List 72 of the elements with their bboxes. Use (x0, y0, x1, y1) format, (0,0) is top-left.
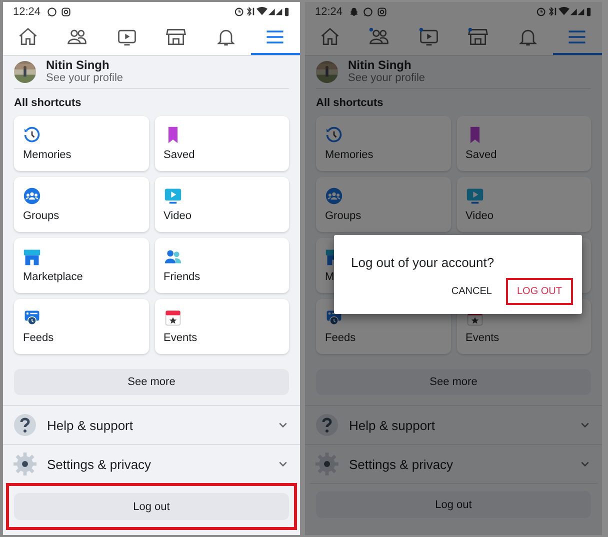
gear-icon (315, 452, 339, 476)
log-out-button[interactable]: Log out (316, 491, 591, 518)
shortcut-label: Video (466, 210, 494, 222)
camera-icon (376, 6, 387, 16)
clock-icon (325, 126, 343, 144)
shortcut-card[interactable]: Feeds (14, 299, 148, 354)
menu-label: Settings & privacy (349, 456, 454, 472)
group-icon (23, 187, 41, 205)
shortcut-card[interactable]: Video (154, 177, 289, 232)
calendar-icon (164, 309, 182, 327)
status-time: 12:24 (13, 6, 41, 18)
profile-link[interactable]: See your profile (46, 72, 124, 85)
status-time: 12:24 (315, 6, 343, 18)
menu-row[interactable]: Settings & privacy (305, 444, 602, 483)
camera-icon (60, 6, 71, 16)
shortcut-card[interactable]: Memories (316, 116, 450, 171)
shortcut-label: Feeds (325, 332, 357, 344)
shortcut-card[interactable]: Friends (154, 238, 289, 293)
shortcut-card[interactable]: Groups (316, 177, 450, 232)
shop-icon (467, 26, 490, 48)
shop-icon (165, 26, 188, 48)
shortcut-card[interactable]: Saved (456, 116, 591, 171)
see-more-button[interactable]: See more (14, 369, 289, 395)
ghost-icon (348, 6, 359, 16)
shortcut-card[interactable]: Video (456, 177, 591, 232)
shortcut-card[interactable]: Events (154, 299, 289, 354)
shortcut-card[interactable]: Memories (14, 116, 148, 171)
shortcut-label: Groups (23, 210, 60, 222)
shortcut-card[interactable]: Marketplace (14, 238, 148, 293)
log-out-button[interactable]: Log out (14, 493, 289, 520)
section-title: All shortcuts (14, 97, 82, 109)
shortcut-label: Saved (466, 149, 498, 161)
shortcut-label: M (325, 271, 336, 283)
play-screen-icon (466, 187, 484, 205)
shortcut-label: Saved (164, 149, 196, 161)
chat-bubble-icon (362, 6, 373, 16)
shortcut-label: Marketplace (23, 271, 84, 283)
group-icon (325, 187, 343, 205)
profile-name[interactable]: Nitin Singh (348, 59, 426, 72)
shortcut-label: Friends (164, 271, 202, 283)
profile-name[interactable]: Nitin Singh (46, 59, 124, 72)
feed-icon (23, 309, 41, 327)
house-icon (318, 26, 341, 48)
clock-icon (23, 126, 41, 144)
question-mark-icon (13, 413, 37, 437)
menu-label: Help & support (349, 418, 436, 432)
dialog-button[interactable]: LOG OUT (506, 278, 573, 305)
shortcut-label: Feeds (23, 332, 55, 344)
shortcut-label: Memories (23, 149, 72, 161)
menu-label: Help & support (47, 418, 134, 432)
shortcut-label: Video (164, 210, 192, 222)
shortcut-label: Events (466, 332, 500, 344)
dialog-message: Log out of your account? (351, 255, 496, 270)
section-title: All shortcuts (316, 97, 384, 109)
shortcut-label: Events (164, 332, 198, 344)
menu-label: Settings & privacy (47, 456, 152, 472)
chat-bubble-icon (46, 6, 57, 16)
menu-row[interactable]: Help & support (305, 405, 602, 444)
people-icon (164, 248, 182, 266)
play-screen-icon (164, 187, 182, 205)
shortcut-label: Memories (325, 149, 374, 161)
shortcut-card[interactable]: Groups (14, 177, 148, 232)
question-mark-icon (315, 413, 339, 437)
gear-icon (13, 452, 37, 476)
menu-row[interactable]: Help & support (3, 405, 300, 444)
shortcut-card[interactable]: Saved (154, 116, 289, 171)
menu-row[interactable]: Settings & privacy (3, 444, 300, 483)
house-icon (16, 26, 39, 48)
see-more-button[interactable]: See more (316, 369, 591, 395)
shop-icon (23, 248, 41, 266)
shortcut-label: Groups (325, 210, 362, 222)
play-screen-icon (418, 26, 440, 48)
